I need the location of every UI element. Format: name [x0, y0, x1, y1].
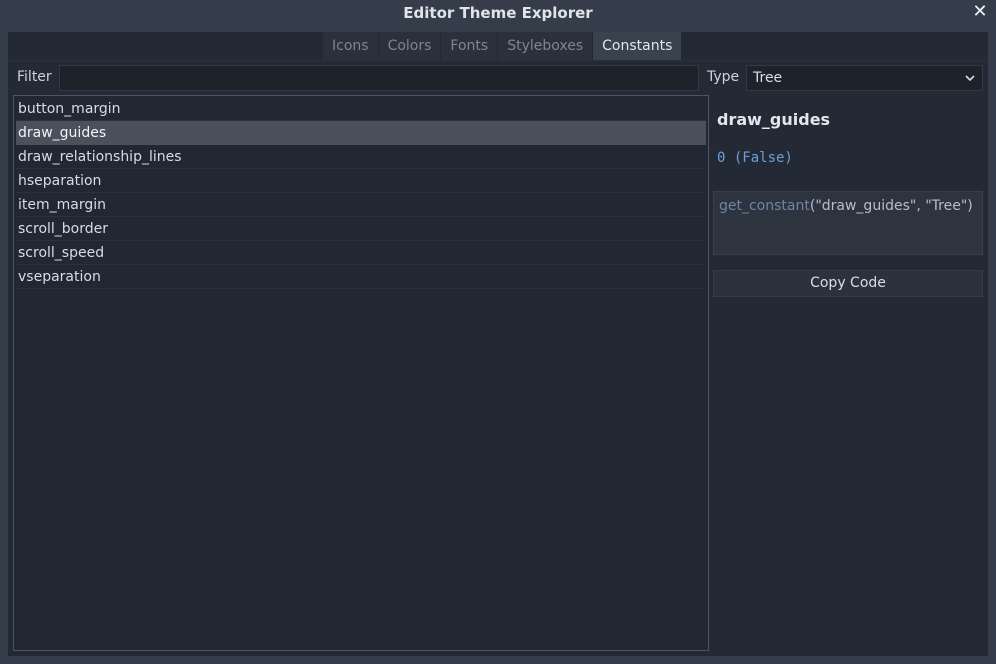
filter-label: Filter [17, 69, 52, 85]
chevron-down-icon [964, 66, 976, 90]
detail-constant-name: draw_guides [717, 110, 831, 129]
list-item[interactable]: vseparation [16, 265, 706, 289]
tab-fonts[interactable]: Fonts [441, 32, 499, 60]
window-title: Editor Theme Explorer [403, 4, 593, 22]
code-snippet[interactable]: get_constant("draw_guides", "Tree") [713, 191, 983, 255]
tab-divider [8, 60, 988, 61]
tab-bar: Icons Colors Fonts Styleboxes Constants [323, 32, 683, 60]
detail-constant-value: 0 (False) [717, 150, 793, 166]
list-item[interactable]: hseparation [16, 169, 706, 193]
tab-icons[interactable]: Icons [323, 32, 379, 60]
type-label: Type [707, 69, 740, 85]
tab-colors[interactable]: Colors [378, 32, 442, 60]
close-icon[interactable]: ✕ [970, 1, 990, 23]
filter-input[interactable] [59, 65, 699, 91]
constants-list[interactable]: button_margin draw_guides draw_relations… [13, 95, 709, 651]
tab-constants[interactable]: Constants [593, 32, 683, 60]
list-item[interactable]: scroll_speed [16, 241, 706, 265]
list-item[interactable]: button_margin [16, 97, 706, 121]
copy-code-button[interactable]: Copy Code [713, 270, 983, 297]
type-select[interactable]: Tree [746, 65, 983, 91]
list-item[interactable]: draw_relationship_lines [16, 145, 706, 169]
list-item[interactable]: item_margin [16, 193, 706, 217]
tab-styleboxes[interactable]: Styleboxes [498, 32, 594, 60]
list-item-selected[interactable]: draw_guides [16, 121, 706, 145]
code-arguments: ("draw_guides", "Tree") [809, 198, 973, 214]
list-item[interactable]: scroll_border [16, 217, 706, 241]
type-select-value: Tree [753, 70, 783, 86]
code-function: get_constant [719, 198, 810, 214]
